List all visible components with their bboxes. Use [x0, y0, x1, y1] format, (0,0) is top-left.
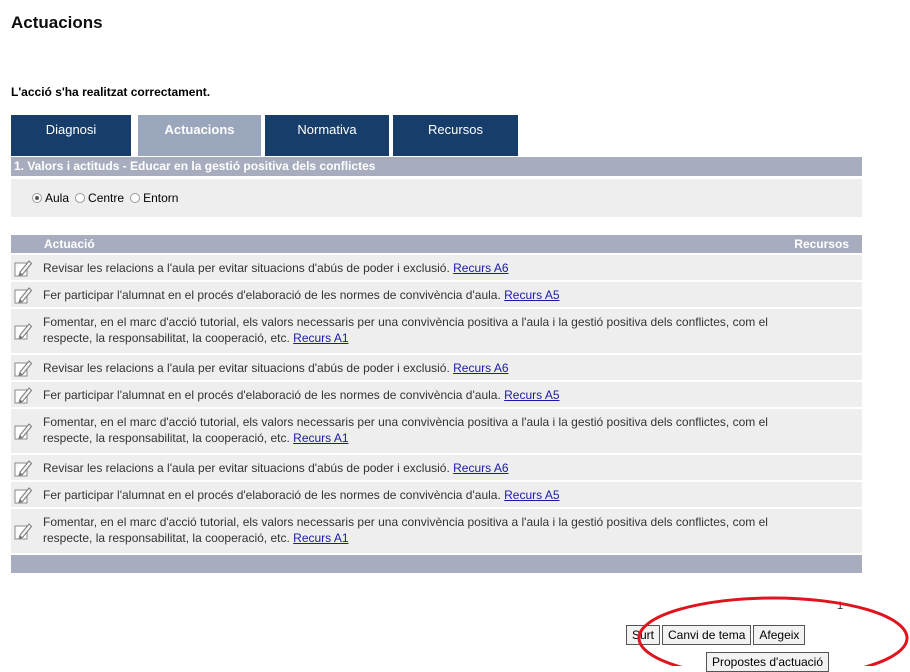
resource-link[interactable]: Recurs A5 — [504, 488, 559, 502]
actions-table: Actuació Recursos Revisar les relacions … — [11, 235, 862, 573]
scope-panel: Aula Centre Entorn — [11, 179, 862, 217]
action-description: Revisar les relacions a l'aula per evita… — [43, 361, 450, 375]
column-header-action: Actuació — [44, 237, 95, 251]
action-text: Fer participar l'alumnat en el procés d'… — [43, 287, 560, 303]
table-row: Fer participar l'alumnat en el procés d'… — [11, 482, 862, 507]
resource-link[interactable]: Recurs A6 — [453, 461, 508, 475]
pencil-edit-icon[interactable] — [13, 421, 33, 441]
pencil-edit-icon[interactable] — [13, 521, 33, 541]
resource-link[interactable]: Recurs A1 — [293, 331, 348, 345]
table-row: Fomentar, en el marc d'acció tutorial, e… — [11, 309, 862, 353]
radio-checked-icon[interactable] — [32, 193, 42, 203]
action-description: Fomentar, en el marc d'acció tutorial, e… — [43, 315, 768, 345]
action-description: Fomentar, en el marc d'acció tutorial, e… — [43, 415, 768, 445]
table-row: Fomentar, en el marc d'acció tutorial, e… — [11, 509, 862, 553]
action-description: Fer participar l'alumnat en el procés d'… — [43, 388, 501, 402]
pencil-edit-icon[interactable] — [13, 358, 33, 378]
action-text: Fomentar, en el marc d'acció tutorial, e… — [43, 514, 783, 546]
table-footer — [11, 555, 862, 573]
table-row: Revisar les relacions a l'aula per evita… — [11, 355, 862, 380]
radio-aula[interactable]: Aula — [32, 191, 69, 205]
tab-actuacions[interactable]: Actuacions — [138, 115, 261, 156]
action-text: Revisar les relacions a l'aula per evita… — [43, 460, 509, 476]
pencil-edit-icon[interactable] — [13, 385, 33, 405]
tab-diagnosi[interactable]: Diagnosi — [11, 115, 131, 156]
section-header: 1. Valors i actituds - Educar en la gest… — [11, 157, 862, 176]
table-row: Revisar les relacions a l'aula per evita… — [11, 455, 862, 480]
page-number: 1 — [837, 600, 844, 612]
resource-link[interactable]: Recurs A6 — [453, 361, 508, 375]
resource-link[interactable]: Recurs A5 — [504, 388, 559, 402]
action-description: Revisar les relacions a l'aula per evita… — [43, 261, 450, 275]
pencil-edit-icon[interactable] — [13, 485, 33, 505]
action-text: Fomentar, en el marc d'acció tutorial, e… — [43, 414, 783, 446]
radio-label: Centre — [88, 191, 125, 205]
table-row: Revisar les relacions a l'aula per evita… — [11, 255, 862, 280]
tab-normativa[interactable]: Normativa — [265, 115, 389, 156]
table-row: Fomentar, en el marc d'acció tutorial, e… — [11, 409, 862, 453]
action-description: Fomentar, en el marc d'acció tutorial, e… — [43, 515, 768, 545]
column-header-resources: Recursos — [794, 237, 849, 251]
radio-label: Entorn — [143, 191, 179, 205]
action-text: Fer participar l'alumnat en el procés d'… — [43, 387, 560, 403]
pencil-edit-icon[interactable] — [13, 285, 33, 305]
scope-radio-group: Aula Centre Entorn — [32, 191, 184, 205]
change-topic-button[interactable]: Canvi de tema — [662, 625, 752, 645]
pencil-edit-icon[interactable] — [13, 258, 33, 278]
action-text: Revisar les relacions a l'aula per evita… — [43, 360, 509, 376]
section-title: 1. Valors i actituds - Educar en la gest… — [14, 159, 376, 173]
page-title: Actuacions — [11, 13, 103, 32]
proposals-button[interactable]: Propostes d'actuació — [706, 652, 830, 672]
pencil-edit-icon[interactable] — [13, 458, 33, 478]
pencil-edit-icon[interactable] — [13, 321, 33, 341]
radio-unchecked-icon[interactable] — [75, 193, 86, 203]
action-description: Revisar les relacions a l'aula per evita… — [43, 461, 450, 475]
radio-label: Aula — [45, 191, 70, 205]
table-row: Fer participar l'alumnat en el procés d'… — [11, 382, 862, 407]
resource-link[interactable]: Recurs A6 — [453, 261, 508, 275]
tab-recursos[interactable]: Recursos — [393, 115, 518, 156]
table-header: Actuació Recursos — [11, 235, 862, 253]
radio-centre[interactable]: Centre — [75, 191, 124, 205]
add-button[interactable]: Afegeix — [753, 625, 806, 645]
exit-button[interactable]: Surt — [626, 625, 661, 645]
radio-entorn[interactable]: Entorn — [130, 191, 178, 205]
action-text: Fer participar l'alumnat en el procés d'… — [43, 487, 560, 503]
action-text: Fomentar, en el marc d'acció tutorial, e… — [43, 314, 783, 346]
resource-link[interactable]: Recurs A5 — [504, 288, 559, 302]
table-row: Fer participar l'alumnat en el procés d'… — [11, 282, 862, 307]
resource-link[interactable]: Recurs A1 — [293, 431, 348, 445]
action-description: Fer participar l'alumnat en el procés d'… — [43, 488, 501, 502]
action-text: Revisar les relacions a l'aula per evita… — [43, 260, 509, 276]
resource-link[interactable]: Recurs A1 — [293, 531, 348, 545]
action-description: Fer participar l'alumnat en el procés d'… — [43, 288, 501, 302]
success-message: L'acció s'ha realitzat correctament. — [11, 85, 211, 99]
action-buttons: Surt Canvi de tema Afegeix — [626, 625, 807, 645]
radio-unchecked-icon[interactable] — [130, 193, 141, 203]
